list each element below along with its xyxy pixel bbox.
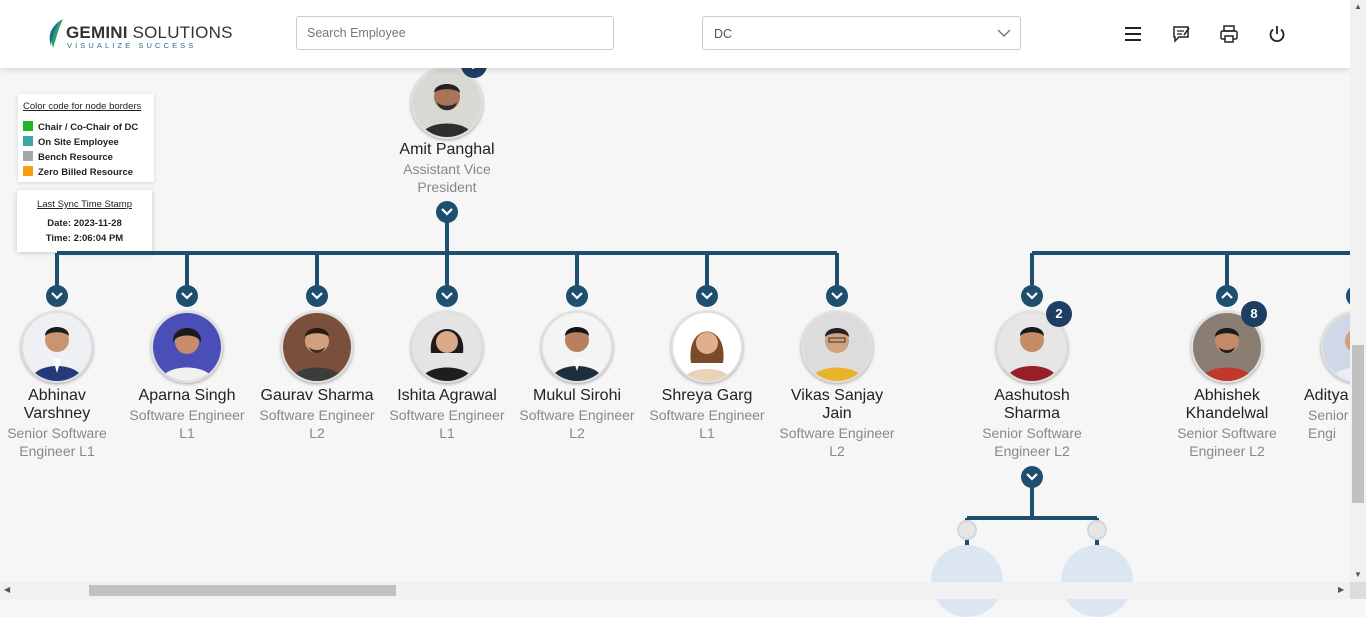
expand-toggle-shreya[interactable]	[696, 285, 718, 307]
chevron-down-icon	[181, 292, 193, 300]
node-role-root: Assistant Vice President	[403, 161, 491, 195]
node-role: Software Engineer L1	[389, 407, 505, 441]
expand-toggle-abhinav[interactable]	[46, 285, 68, 307]
collapse-toggle-aashutosh[interactable]	[1021, 466, 1043, 488]
expand-toggle-mukul[interactable]	[566, 285, 588, 307]
node-role: Senior Software Engineer L1	[7, 425, 107, 459]
node-name: Vikas Sanjay Jain	[790, 387, 884, 422]
dc-dropdown[interactable]: DC	[702, 16, 1021, 50]
node-name: Aashutosh Sharma	[994, 387, 1070, 422]
scroll-right-arrow[interactable]: ▶	[1338, 585, 1344, 594]
horizontal-scrollbar[interactable]: ◀ ▶	[0, 582, 1350, 599]
chevron-down-icon	[1026, 473, 1038, 481]
node-role: Software Engineer L2	[259, 407, 375, 441]
node-name: Gaurav Sharma	[260, 387, 374, 404]
avatar-aparna[interactable]	[151, 311, 223, 383]
scrollbar-corner	[1350, 582, 1366, 599]
node-name: Aparna Singh	[138, 387, 236, 404]
direct-reports-badge: 8	[1241, 301, 1267, 327]
feedback-icon[interactable]	[1171, 24, 1191, 44]
logo-leaf-icon	[49, 19, 63, 48]
vertical-scroll-thumb[interactable]	[1352, 345, 1364, 503]
scroll-down-arrow[interactable]: ▼	[1354, 570, 1362, 579]
chevron-up-icon	[1221, 291, 1233, 299]
horizontal-scroll-thumb[interactable]	[89, 585, 396, 596]
direct-reports-badge: 2	[1046, 301, 1072, 327]
node-name: Shreya Garg	[661, 387, 753, 404]
chevron-down-icon	[571, 292, 583, 300]
node-name-root: Amit Panghal	[399, 141, 495, 158]
node-role: Software Engineer L2	[519, 407, 635, 441]
chevron-down-icon	[701, 292, 713, 300]
scroll-up-arrow[interactable]: ▲	[1354, 2, 1362, 11]
expand-toggle-vikas[interactable]	[826, 285, 848, 307]
chevron-down-icon	[1026, 292, 1038, 300]
vertical-scrollbar[interactable]: ▲ ▼	[1350, 0, 1366, 582]
chevron-down-icon	[441, 292, 453, 300]
avatar-placeholder[interactable]	[1061, 545, 1133, 617]
logo-tagline: VISUALIZE SUCCESS	[67, 41, 197, 50]
expand-toggle-child[interactable]	[957, 520, 977, 540]
logo-text: GEMINI SOLUTIONS	[66, 23, 233, 42]
avatar-vikas[interactable]	[801, 311, 873, 383]
expand-toggle-aparna[interactable]	[176, 285, 198, 307]
node-name: Mukul Sirohi	[532, 387, 622, 404]
avatar-placeholder[interactable]	[931, 545, 1003, 617]
company-logo[interactable]: GEMINI SOLUTIONS VISUALIZE SUCCESS	[47, 18, 232, 52]
expand-toggle-child[interactable]	[1087, 520, 1107, 540]
node-role: Senior Software Engineer L2	[1177, 425, 1277, 459]
chevron-down-icon	[997, 29, 1011, 37]
node-role: Software Engineer L1	[129, 407, 245, 441]
scroll-left-arrow[interactable]: ◀	[4, 585, 10, 594]
expand-toggle-gaurav[interactable]	[306, 285, 328, 307]
print-icon[interactable]	[1219, 24, 1239, 44]
search-employee-input[interactable]	[296, 16, 614, 50]
node-role: Senior Engi	[1308, 407, 1349, 441]
avatar-gaurav[interactable]	[281, 311, 353, 383]
avatar-mukul[interactable]	[541, 311, 613, 383]
chevron-down-icon	[311, 292, 323, 300]
node-name: Abhishek Khandelwal	[1185, 387, 1269, 422]
collapse-toggle-abhishek[interactable]	[1216, 285, 1238, 307]
expand-toggle-ishita[interactable]	[436, 285, 458, 307]
avatar-shreya[interactable]	[671, 311, 743, 383]
expand-toggle-aashutosh[interactable]	[1021, 285, 1043, 307]
power-icon[interactable]	[1267, 24, 1287, 44]
chevron-down-icon	[441, 208, 453, 216]
chevron-down-icon	[831, 292, 843, 300]
node-name: Abhinav Varshney	[23, 387, 91, 422]
avatar-abhinav[interactable]	[21, 311, 93, 383]
node-role: Software Engineer L1	[649, 407, 765, 441]
dc-dropdown-value: DC	[714, 27, 733, 41]
node-role: Software Engineer L2	[779, 425, 895, 459]
node-name: Ishita Agrawal	[397, 387, 497, 404]
avatar-ishita[interactable]	[411, 311, 483, 383]
menu-icon[interactable]	[1123, 24, 1143, 44]
node-role: Senior Software Engineer L2	[982, 425, 1082, 459]
collapse-toggle-root[interactable]	[436, 201, 458, 223]
org-tree-connectors	[55, 222, 1350, 548]
chevron-down-icon	[51, 292, 63, 300]
app-header: GEMINI SOLUTIONS VISUALIZE SUCCESS DC	[0, 0, 1350, 68]
